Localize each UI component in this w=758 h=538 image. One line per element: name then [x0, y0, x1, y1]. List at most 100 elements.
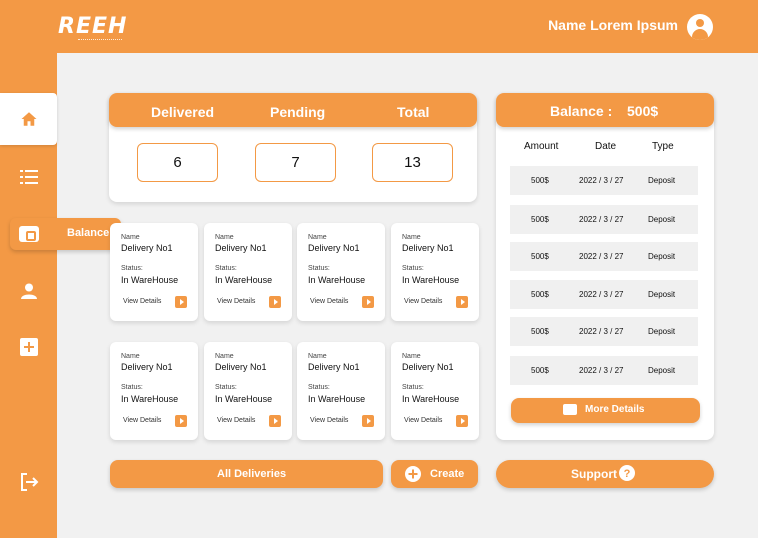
- all-deliveries-label: All Deliveries: [217, 468, 287, 480]
- logout-icon: [20, 473, 38, 491]
- status-label: Status:: [121, 265, 143, 272]
- pending-label: Pending: [270, 104, 326, 120]
- table-row: 500$ 2022 / 3 / 27 Deposit: [510, 280, 698, 309]
- support-label: Support: [571, 467, 617, 481]
- balance-amount: 500$: [627, 103, 659, 119]
- delivery-card[interactable]: Name Delivery No1 Status: In WareHouse V…: [110, 342, 198, 440]
- name-label: Name: [308, 234, 327, 241]
- arrow-right-icon[interactable]: [269, 415, 281, 427]
- arrow-right-icon[interactable]: [175, 296, 187, 308]
- name-label: Name: [121, 234, 140, 241]
- help-icon: ?: [619, 465, 635, 481]
- status-label: Status:: [121, 384, 143, 391]
- name-label: Name: [121, 353, 140, 360]
- brand-logo[interactable]: REEH: [58, 14, 127, 39]
- arrow-right-icon[interactable]: [269, 296, 281, 308]
- sidebar-item-profile[interactable]: [0, 265, 57, 317]
- delivery-card[interactable]: Name Delivery No1 Status: In WareHouse V…: [204, 342, 292, 440]
- view-details-link[interactable]: View Details: [217, 298, 255, 305]
- create-label: Create: [430, 468, 465, 480]
- plus-icon: [19, 338, 38, 356]
- name-label: Name: [308, 353, 327, 360]
- name-label: Name: [402, 353, 421, 360]
- user-icon: [20, 283, 37, 299]
- stats-header: Delivered Pending Total: [109, 93, 477, 127]
- status-label: Status:: [215, 384, 237, 391]
- top-bar: REEH Name Lorem Ipsum: [0, 0, 758, 53]
- arrow-right-icon[interactable]: [456, 296, 468, 308]
- delivered-count: 6: [137, 143, 218, 182]
- sidebar: [0, 53, 57, 538]
- delivery-status: In WareHouse: [308, 275, 366, 285]
- more-details-button[interactable]: More Details: [511, 398, 700, 423]
- delivery-status: In WareHouse: [402, 275, 460, 285]
- sidebar-item-list[interactable]: [0, 151, 57, 203]
- row-date: 2022 / 3 / 27: [579, 176, 624, 185]
- row-amount: 500$: [531, 252, 549, 261]
- arrow-right-icon[interactable]: [362, 296, 374, 308]
- create-button[interactable]: Create: [391, 460, 478, 488]
- sidebar-item-add[interactable]: [0, 321, 57, 373]
- sidebar-item-home[interactable]: [0, 93, 57, 145]
- more-details-label: More Details: [585, 404, 645, 415]
- delivered-label: Delivered: [151, 104, 215, 120]
- delivery-status: In WareHouse: [121, 275, 179, 285]
- user-avatar-icon[interactable]: [687, 14, 713, 40]
- status-label: Status:: [308, 384, 330, 391]
- column-header-amount: Amount: [524, 141, 559, 152]
- view-details-link[interactable]: View Details: [404, 417, 442, 424]
- all-deliveries-button[interactable]: All Deliveries: [110, 460, 383, 488]
- row-type: Deposit: [648, 366, 676, 375]
- table-row: 500$ 2022 / 3 / 27 Deposit: [510, 317, 698, 346]
- delivery-card[interactable]: Name Delivery No1 Status: In WareHouse V…: [391, 223, 479, 321]
- view-details-link[interactable]: View Details: [404, 298, 442, 305]
- delivery-card[interactable]: Name Delivery No1 Status: In WareHouse V…: [204, 223, 292, 321]
- arrow-right-icon[interactable]: [456, 415, 468, 427]
- row-amount: 500$: [531, 176, 549, 185]
- delivery-card[interactable]: Name Delivery No1 Status: In WareHouse V…: [110, 223, 198, 321]
- row-date: 2022 / 3 / 27: [579, 327, 624, 336]
- row-type: Deposit: [648, 215, 676, 224]
- row-type: Deposit: [648, 252, 676, 261]
- sidebar-item-logout[interactable]: [0, 456, 57, 508]
- row-type: Deposit: [648, 327, 676, 336]
- row-amount: 500$: [531, 327, 549, 336]
- list-icon: [19, 170, 38, 184]
- row-amount: 500$: [531, 290, 549, 299]
- delivery-status: In WareHouse: [215, 394, 273, 404]
- status-label: Status:: [402, 384, 424, 391]
- delivery-name: Delivery No1: [215, 243, 267, 253]
- delivery-name: Delivery No1: [215, 362, 267, 372]
- sidebar-item-label: Balance: [67, 227, 110, 239]
- delivery-card[interactable]: Name Delivery No1 Status: In WareHouse V…: [391, 342, 479, 440]
- svg-text:?: ?: [624, 468, 631, 480]
- table-row: 500$ 2022 / 3 / 27 Deposit: [510, 242, 698, 271]
- wallet-icon: [563, 404, 577, 415]
- delivery-card[interactable]: Name Delivery No1 Status: In WareHouse V…: [297, 223, 385, 321]
- table-row: 500$ 2022 / 3 / 27 Deposit: [510, 205, 698, 234]
- view-details-link[interactable]: View Details: [123, 417, 161, 424]
- table-row: 500$ 2022 / 3 / 27 Deposit: [510, 166, 698, 195]
- delivery-name: Delivery No1: [121, 362, 173, 372]
- delivery-name: Delivery No1: [121, 243, 173, 253]
- view-details-link[interactable]: View Details: [217, 417, 255, 424]
- delivery-status: In WareHouse: [308, 394, 366, 404]
- delivery-name: Delivery No1: [402, 243, 454, 253]
- support-button[interactable]: Support ?: [496, 460, 714, 488]
- arrow-right-icon[interactable]: [175, 415, 187, 427]
- sidebar-item-balance[interactable]: Balance: [10, 218, 121, 250]
- row-date: 2022 / 3 / 27: [579, 252, 624, 261]
- delivery-card[interactable]: Name Delivery No1 Status: In WareHouse V…: [297, 342, 385, 440]
- pending-count: 7: [255, 143, 336, 182]
- view-details-link[interactable]: View Details: [310, 417, 348, 424]
- arrow-right-icon[interactable]: [362, 415, 374, 427]
- balance-label: Balance :: [550, 103, 613, 119]
- view-details-link[interactable]: View Details: [123, 298, 161, 305]
- row-amount: 500$: [531, 366, 549, 375]
- name-label: Name: [215, 234, 234, 241]
- row-date: 2022 / 3 / 27: [579, 290, 624, 299]
- view-details-link[interactable]: View Details: [310, 298, 348, 305]
- row-amount: 500$: [531, 215, 549, 224]
- row-type: Deposit: [648, 176, 676, 185]
- delivery-name: Delivery No1: [402, 362, 454, 372]
